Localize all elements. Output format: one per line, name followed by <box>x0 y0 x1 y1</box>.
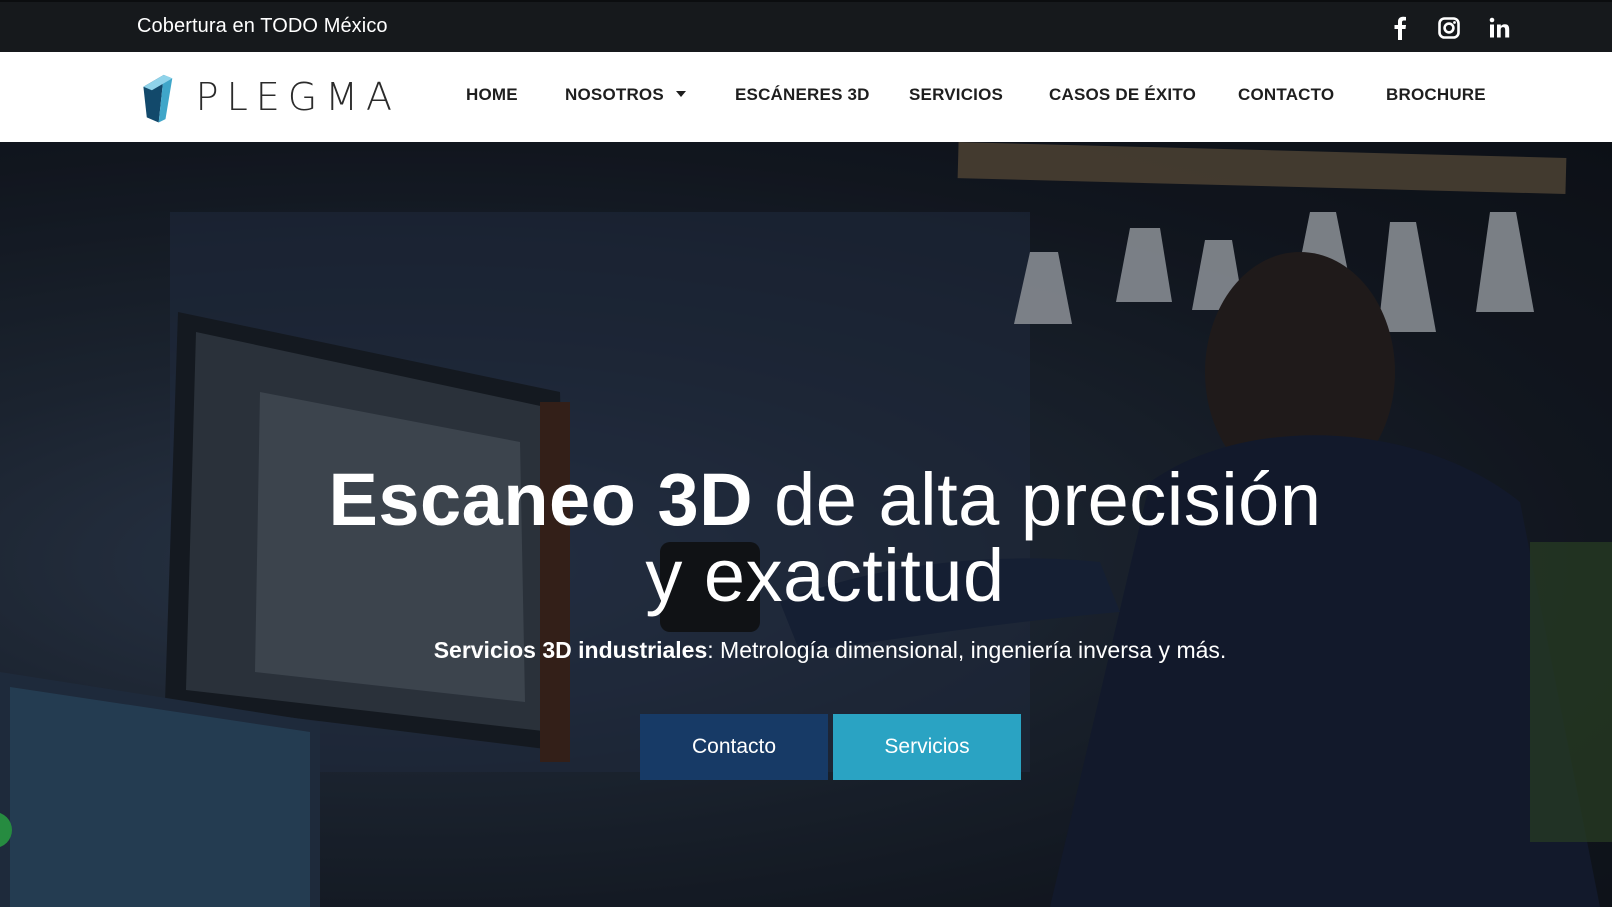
nav-casos-de-exito[interactable]: CASOS DE ÉXITO <box>1049 85 1196 105</box>
instagram-icon[interactable] <box>1435 14 1463 42</box>
caret-down-icon <box>675 91 686 97</box>
top-bar: Cobertura en TODO México <box>0 0 1612 52</box>
coverage-text: Cobertura en TODO México <box>137 15 388 37</box>
contact-button[interactable]: Contacto <box>640 714 828 780</box>
hero-section: Escaneo 3D de alta precisión y exactitud… <box>0 142 1612 907</box>
headline-rest: de alta precisión <box>753 458 1322 541</box>
nav-contacto[interactable]: CONTACTO <box>1238 85 1334 105</box>
nav-home[interactable]: HOME <box>466 85 518 105</box>
main-navbar: PLEGMA HOME NOSOTROS ESCÁNERES 3D SERVIC… <box>0 52 1612 142</box>
headline-bold: Escaneo 3D <box>328 458 754 541</box>
logo-mark-icon <box>143 74 173 123</box>
nav-servicios[interactable]: SERVICIOS <box>909 85 1003 105</box>
subtitle-bold: Servicios 3D industriales <box>433 637 708 663</box>
subtitle-rest: : Metrología dimensional, ingeniería inv… <box>707 637 1227 663</box>
facebook-icon[interactable] <box>1386 14 1414 42</box>
nav-nosotros[interactable]: NOSOTROS <box>565 85 686 105</box>
nav-escaneres-3d[interactable]: ESCÁNERES 3D <box>735 85 870 105</box>
plegma-logo[interactable]: PLEGMA <box>140 64 400 130</box>
linkedin-icon[interactable] <box>1486 14 1514 42</box>
nav-nosotros-label: NOSOTROS <box>565 85 664 104</box>
hero-headline-line1: Escaneo 3D de alta precisión <box>0 462 1612 538</box>
services-button[interactable]: Servicios <box>833 714 1021 780</box>
hero-headline-line2: y exactitud <box>645 534 1005 617</box>
hero-headline: Escaneo 3D de alta precisión y exactitud <box>0 462 1612 614</box>
nav-brochure[interactable]: BROCHURE <box>1386 85 1486 105</box>
logo-text: PLEGMA <box>195 75 400 119</box>
hero-subtitle: Servicios 3D industriales: Metrología di… <box>0 637 1612 664</box>
